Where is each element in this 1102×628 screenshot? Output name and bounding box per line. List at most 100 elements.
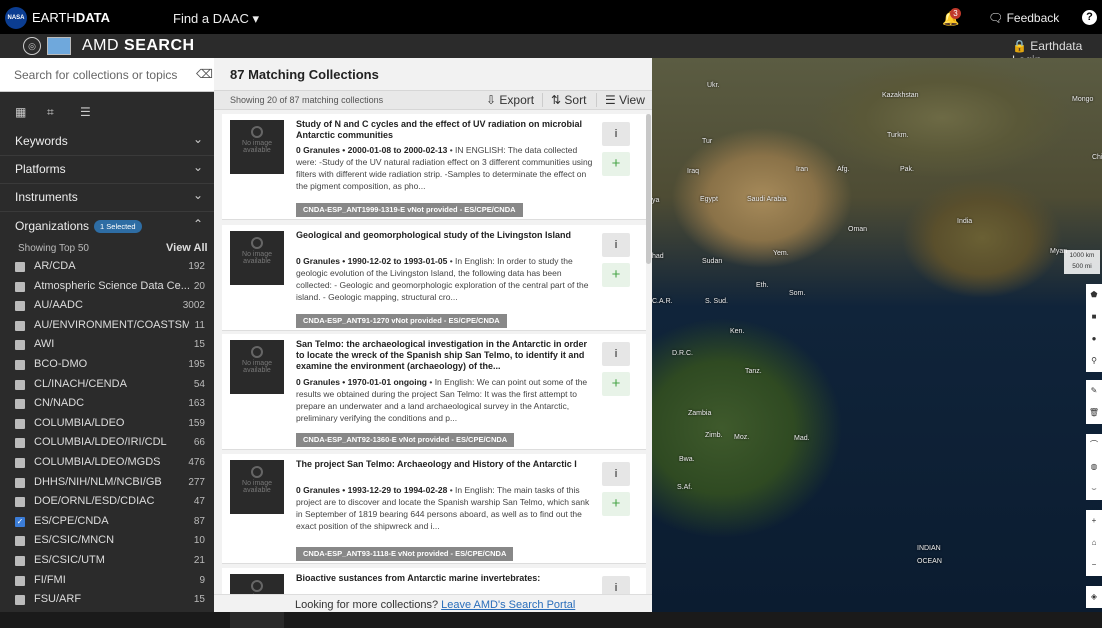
organization-item[interactable]: COLUMBIA/LDEO/IRI/CDL 66	[15, 434, 211, 454]
checkbox[interactable]	[15, 301, 25, 312]
collection-title[interactable]: Bioactive sustances from Antarctic marin…	[296, 573, 594, 584]
checkbox[interactable]	[15, 320, 25, 331]
organization-item[interactable]: AR/CDA 192	[15, 258, 211, 278]
collection-title[interactable]: Study of N and C cycles and the effect o…	[296, 119, 594, 141]
zoom-out-icon[interactable]: −	[1086, 554, 1102, 576]
help-icon[interactable]: ?	[1082, 10, 1097, 25]
rectangle-tool-icon[interactable]: ■	[1086, 306, 1102, 328]
circle-tool-icon[interactable]: ●	[1086, 328, 1102, 350]
find-a-daac-dropdown[interactable]: Find a DAAC ▾	[173, 11, 259, 27]
info-icon[interactable]: i	[602, 233, 630, 257]
polygon-tool-icon[interactable]: ⬟	[1086, 284, 1102, 306]
organization-item[interactable]: DOE/ORNL/ESD/CDIAC 47	[15, 493, 211, 513]
organization-item[interactable]: AU/ENVIRONMENT/COASTSMA... 11	[15, 317, 211, 337]
map-scale: 1000 km 500 mi	[1064, 250, 1100, 274]
point-tool-icon[interactable]: ⚲	[1086, 350, 1102, 372]
collection-card[interactable]: No image available The project San Telmo:…	[222, 454, 646, 564]
checkbox[interactable]	[15, 536, 25, 547]
footer-text: Looking for more collections? Leave AMD'…	[295, 599, 575, 611]
organization-item[interactable]: CN/NADC 163	[15, 395, 211, 415]
organization-item[interactable]: Atmospheric Science Data Ce... 20	[15, 278, 211, 298]
add-collection-button[interactable]: +	[602, 492, 630, 516]
sidebar: ⌫ ▦ ⌗ ☰ Keywords ⌄ Platforms ⌄ Instrumen…	[0, 58, 214, 612]
organization-name: AWI	[34, 338, 55, 351]
facet-platforms[interactable]: Platforms ⌄	[0, 156, 214, 184]
layers-icon[interactable]: ◈	[1086, 586, 1102, 608]
export-button[interactable]: ⇩ Export	[486, 93, 534, 107]
info-icon[interactable]: i	[602, 342, 630, 366]
checkbox[interactable]	[15, 281, 25, 292]
organization-item[interactable]: COLUMBIA/LDEO/MGDS 476	[15, 454, 211, 474]
checkbox[interactable]	[15, 556, 25, 566]
view-button[interactable]: ☰ View	[596, 93, 645, 107]
organization-item[interactable]: AU/AADC 3002	[15, 297, 211, 317]
organization-item[interactable]: FI/FMI 9	[15, 572, 211, 592]
checkbox[interactable]	[15, 438, 25, 449]
globe-icon[interactable]: ◍	[1086, 456, 1102, 478]
map-place-label: had	[652, 253, 664, 260]
checkbox[interactable]	[15, 595, 25, 606]
earthdata-brand[interactable]: EARTHDATA	[32, 10, 110, 25]
checkbox[interactable]	[15, 360, 25, 370]
checkbox[interactable]	[15, 458, 25, 468]
collection-card[interactable]: No image available San Telmo: the archaeo…	[222, 334, 646, 450]
map-place-label: Tur	[702, 138, 713, 145]
map-place-label: Saudi Arabia	[747, 196, 787, 203]
collection-id-tag: CNDA-ESP_ANT91-1270 vNot provided - ES/C…	[296, 314, 507, 328]
checkbox[interactable]	[15, 262, 25, 272]
feedback-button[interactable]: 🗨 Feedback	[988, 11, 1059, 25]
organization-item[interactable]: FSU/ARF 15	[15, 591, 211, 611]
results-scrollbar[interactable]	[646, 114, 651, 264]
add-collection-button[interactable]: +	[602, 263, 630, 287]
organization-item[interactable]: ✓ ES/CPE/CNDA 87	[15, 513, 211, 533]
collection-card[interactable]: No image available Geological and geomorp…	[222, 225, 646, 331]
spatial-filter-icon[interactable]: ⌗	[47, 105, 54, 120]
organization-item[interactable]: DHHS/NIH/NLM/NCBI/GB 277	[15, 474, 211, 494]
checkbox[interactable]	[15, 575, 25, 586]
checkbox[interactable]	[15, 379, 25, 390]
organization-name: DHHS/NIH/NLM/NCBI/GB	[34, 475, 162, 488]
nasa-logo-icon[interactable]: NASA	[5, 7, 27, 29]
facet-instruments[interactable]: Instruments ⌄	[0, 184, 214, 212]
app-title[interactable]: AMD SEARCH	[82, 37, 195, 55]
map-place-label: Kazakhstan	[882, 92, 919, 99]
organization-item[interactable]: ES/CSIC/UTM 21	[15, 552, 211, 572]
facet-keywords[interactable]: Keywords ⌄	[0, 128, 214, 156]
collection-title[interactable]: The project San Telmo: Archaeology and H…	[296, 459, 594, 470]
trash-icon[interactable]: 🗑	[1086, 402, 1102, 424]
search-input[interactable]	[0, 58, 190, 91]
clear-search-icon[interactable]: ⌫	[196, 67, 213, 81]
view-all-link[interactable]: View All	[166, 242, 208, 254]
organization-item[interactable]: COLUMBIA/LDEO 159	[15, 415, 211, 435]
organization-item[interactable]: BCO-DMO 195	[15, 356, 211, 376]
organization-item[interactable]: AWI 15	[15, 336, 211, 356]
leave-portal-link[interactable]: Leave AMD's Search Portal	[441, 599, 575, 611]
info-icon[interactable]: i	[602, 122, 630, 146]
antarctic-projection-icon[interactable]: ⌣	[1086, 478, 1102, 500]
collection-title[interactable]: Geological and geomorphological study of…	[296, 230, 594, 241]
checkbox[interactable]: ✓	[15, 516, 25, 527]
add-collection-button[interactable]: +	[602, 152, 630, 176]
collection-card[interactable]: No image available Study of N and C cycle…	[222, 114, 646, 220]
calendar-icon[interactable]: ▦	[15, 105, 26, 119]
checkbox[interactable]	[15, 477, 25, 488]
home-icon[interactable]: ⌂	[1086, 532, 1102, 554]
collection-title[interactable]: San Telmo: the archaeological investigat…	[296, 339, 594, 372]
arctic-projection-icon[interactable]: ⌒	[1086, 434, 1102, 456]
organization-item[interactable]: ES/CSIC/MNCN 10	[15, 532, 211, 552]
notifications-button[interactable]: 🔔 3	[940, 7, 962, 27]
edit-icon[interactable]: ✎	[1086, 380, 1102, 402]
checkbox[interactable]	[15, 418, 25, 429]
sort-button[interactable]: ⇅ Sort	[542, 93, 586, 107]
info-icon[interactable]: i	[602, 462, 630, 486]
advanced-filter-icon[interactable]: ☰	[80, 105, 91, 119]
checkbox[interactable]	[15, 340, 25, 351]
facet-organizations[interactable]: Organizations 1 Selected ⌃	[0, 213, 214, 241]
organization-item[interactable]: CL/INACH/CENDA 54	[15, 376, 211, 396]
map-view[interactable]: Ukr. Kazakhstan Mongo Turkm. Iraq Iran Afg. Pak…	[652, 58, 1102, 612]
add-collection-button[interactable]: +	[602, 372, 630, 396]
zoom-in-icon[interactable]: +	[1086, 510, 1102, 532]
checkbox[interactable]	[15, 399, 25, 410]
checkbox[interactable]	[15, 497, 25, 508]
map-place-label: S.Af.	[677, 484, 693, 491]
